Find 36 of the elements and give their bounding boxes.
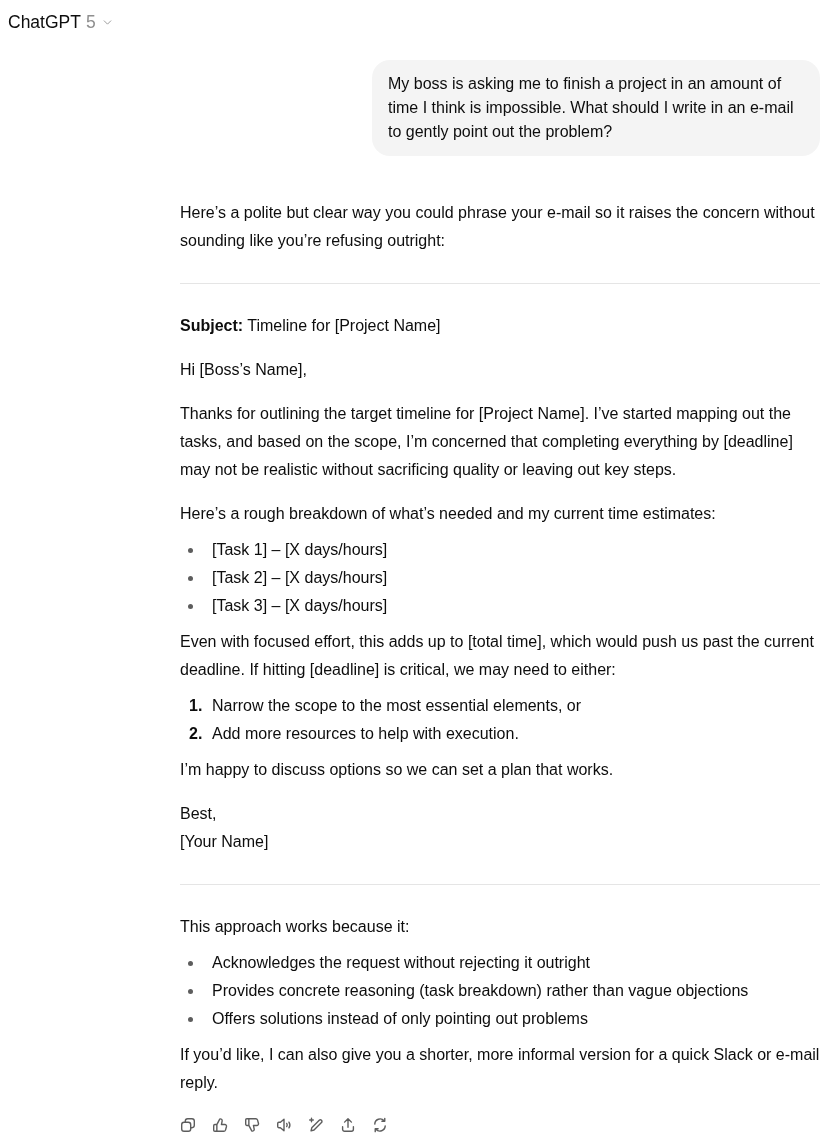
thumbs-up-icon [211,1116,229,1134]
list-item-text: [Task 2] – [X days/hours] [212,568,388,588]
list-item-text: Acknowledges the request without rejecting it outright [212,953,590,973]
bullet-icon [188,960,193,966]
list-number: 2. [188,724,203,744]
bullet-icon [188,575,193,581]
copy-icon [179,1116,197,1134]
list-item-text: Provides concrete reasoning (task breakdown) rather than vague objections [212,981,749,1001]
user-message-bubble: My boss is asking me to finish a project in an amount of time I think is impossible. What should I write in an e-mail to gently point out the problem? [372,60,820,156]
list-item-text: [Task 3] – [X days/hours] [212,596,388,616]
paragraph-text: Hi [Boss’s Name], [180,360,308,380]
bullet-icon [188,1016,193,1022]
paragraph-text: I’m happy to discuss options so we can set a plan that works. [180,760,615,780]
list-number: 1. [188,696,203,716]
refresh-icon [371,1116,389,1134]
paragraph-text: If you’d like, I can also give you a shorter, more informal version for a quick Slack or e-mail reply. [180,1045,820,1093]
bullet-icon [188,547,193,553]
thumbs-down-icon [243,1116,261,1134]
paragraph-text: Subject: Timeline for [Project Name] [180,316,442,336]
model-selector-button[interactable]: ChatGPT 5 [1,6,120,38]
speaker-icon [275,1116,293,1134]
list-item-text: Narrow the scope to the most essential elements, or [212,696,582,716]
signature-line: Best, [180,805,217,822]
paragraph-text: Even with focused effort, this adds up to [total time], which would push us past the current deadline. If hitting [deadline] is critical, we may need to either: [180,632,815,680]
sparkle-pencil-icon [307,1116,325,1134]
paragraph-text: Here’s a polite but clear way you could phrase your e-mail so it raises the concern without sounding like you’re refusing outright: [180,203,816,251]
list-item-text: Offers solutions instead of only pointing out problems [212,1009,588,1029]
list-item-text: [Task 1] – [X days/hours] [212,540,388,560]
paragraph-text: This approach works because it: [180,917,411,937]
signature-line: [Your Name] [180,833,269,850]
list-item-text: Add more resources to help with execution. [212,724,519,744]
bullet-icon [188,988,193,994]
bullet-icon [188,603,193,609]
share-icon [339,1116,357,1134]
paragraph-text: Here’s a rough breakdown of what’s needed and my current time estimates: [180,504,717,524]
paragraph-text: Thanks for outlining the target timeline for [Project Name]. I’ve started mapping out the tasks, and based on the scope, I’m concerned that completing everything by [deadline] may not be realistic without sacrificing quality or leaving out key steps. [180,404,794,480]
